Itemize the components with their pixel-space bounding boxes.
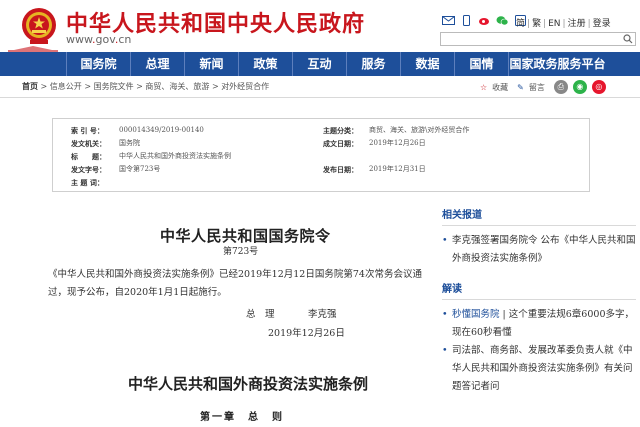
breadcrumb-item[interactable]: 商贸、海关、旅游 — [145, 82, 209, 91]
index-label: 索 引 号： — [71, 126, 104, 135]
nav-item-state-council[interactable]: 国务院 — [66, 52, 130, 76]
issuer-label: 发文机关： — [71, 139, 106, 148]
signature-date: 2019年12月26日 — [268, 328, 345, 339]
topic-value: 商贸、海关、旅游\对外经贸合作 — [369, 126, 470, 134]
written-date-label: 成文日期： — [323, 139, 358, 148]
interpretation-link[interactable]: 秒懂国务院 | 这个重要法规6章6000多字，现在60秒看懂 — [442, 306, 636, 342]
related-reports-heading: 相关报道 — [442, 210, 482, 221]
document-info-table: 索 引 号： 000014349/2019-00140 主题分类： 商贸、海关、… — [52, 118, 590, 192]
divider — [442, 299, 636, 300]
signature-name: 李克强 — [308, 309, 337, 320]
favorite-icon[interactable]: ☆ — [480, 83, 487, 92]
site-url-domain: gov — [95, 33, 115, 46]
divider — [442, 225, 636, 226]
nav-item-services[interactable]: 服务 — [346, 52, 400, 76]
body-paragraph-line: 过，现予公布，自2020年1月1日起施行。 — [48, 287, 227, 298]
site-header: 中华人民共和国中央人民政府 www.gov.cn 简 | 繁 | EN | 注册 | 登录 — [0, 0, 640, 52]
nav-item-service-platform[interactable]: 国家政务服务平台 — [508, 52, 606, 76]
top-link-login[interactable]: 登录 — [593, 19, 611, 29]
top-link-traditional[interactable]: 繁 — [532, 19, 541, 29]
order-title: 中华人民共和国国务院令 — [160, 227, 331, 245]
comment-icon[interactable]: ✎ — [517, 83, 524, 92]
index-value: 000014349/2019-00140 — [119, 126, 204, 134]
order-number: 第723号 — [223, 247, 259, 257]
mobile-icon[interactable] — [460, 15, 473, 26]
search-icon[interactable] — [623, 34, 633, 44]
related-report-link[interactable]: 李克强签署国务院令 公布《中华人民共和国外商投资法实施条例》 — [442, 232, 636, 268]
wechat-icon[interactable] — [496, 15, 509, 26]
publish-date-value: 2019年12月31日 — [369, 165, 426, 173]
main-nav: 国务院 总理 新闻 政策 互动 服务 数据 国情 国家政务服务平台 — [0, 52, 640, 76]
nav-item-interaction[interactable]: 互动 — [292, 52, 346, 76]
breadcrumb-item[interactable]: 对外经贸合作 — [221, 82, 269, 91]
nav-item-policy[interactable]: 政策 — [238, 52, 292, 76]
mail-icon[interactable] — [442, 15, 455, 26]
topic-label: 主题分类： — [323, 126, 358, 135]
print-icon[interactable]: ⎙ — [553, 80, 568, 94]
title-value: 中华人民共和国外商投资法实施条例 — [119, 152, 231, 160]
written-date-value: 2019年12月26日 — [369, 139, 426, 147]
interpretation-source[interactable]: 秒懂国务院 — [452, 309, 500, 320]
top-share-icons — [442, 15, 527, 26]
article-actions: ☆ 收藏 ✎ 留言 ⎙ ◉ ◎ — [480, 80, 606, 94]
wechat-share-icon[interactable]: ◉ — [572, 80, 587, 94]
breadcrumb-item[interactable]: 国务院文件 — [94, 82, 134, 91]
doc-number-label: 发文字号： — [71, 165, 106, 174]
favorite-button[interactable]: 收藏 — [492, 82, 508, 93]
site-url-prefix: www — [66, 33, 92, 46]
title-label: 标 题： — [71, 152, 106, 161]
signature-title: 总 理 — [246, 309, 275, 320]
breadcrumb-item[interactable]: 信息公开 — [50, 82, 82, 91]
comment-button[interactable]: 留言 — [529, 82, 545, 93]
site-url[interactable]: www.gov.cn — [66, 33, 131, 46]
national-emblem-icon[interactable] — [20, 6, 58, 46]
nav-item-news[interactable]: 新闻 — [184, 52, 238, 76]
nav-item-premier[interactable]: 总理 — [130, 52, 184, 76]
nav-item-data[interactable]: 数据 — [400, 52, 454, 76]
publish-date-label: 发布日期： — [323, 165, 358, 174]
sidebar: 相关报道 李克强签署国务院令 公布《中华人民共和国外商投资法实施条例》 解读 秒… — [442, 206, 640, 396]
weibo-share-icon[interactable]: ◎ — [591, 80, 606, 94]
issuer-value: 国务院 — [119, 139, 140, 147]
regulation-title: 中华人民共和国外商投资法实施条例 — [128, 375, 369, 393]
interpretation-link[interactable]: 司法部、商务部、发展改革委负责人就《中华人民共和国外商投资法实施条例》有关问题答… — [442, 342, 636, 396]
nav-spacer — [0, 52, 66, 76]
breadcrumb-bar: 首页 > 信息公开 > 国务院文件 > 商贸、海关、旅游 > 对外经贸合作 ☆ … — [0, 76, 640, 98]
nav-item-national-info[interactable]: 国情 — [454, 52, 508, 76]
top-links: 简 | 繁 | EN | 注册 | 登录 — [516, 19, 611, 29]
doc-number-value: 国令第723号 — [119, 165, 161, 173]
keywords-label: 主 题 词： — [71, 178, 104, 187]
site-url-suffix: cn — [118, 33, 132, 46]
top-link-simplified[interactable]: 简 — [516, 19, 525, 29]
search-input[interactable] — [440, 32, 636, 46]
breadcrumb: 首页 > 信息公开 > 国务院文件 > 商贸、海关、旅游 > 对外经贸合作 — [22, 81, 270, 91]
chapter-heading: 第一章 总 则 — [200, 412, 284, 423]
top-link-register[interactable]: 注册 — [568, 19, 586, 29]
breadcrumb-home[interactable]: 首页 — [22, 81, 38, 91]
top-link-english[interactable]: EN — [548, 19, 560, 29]
body-paragraph-line: 《中华人民共和国外商投资法实施条例》已经2019年12月12日国务院第74次常务… — [48, 269, 422, 280]
interpretation-heading: 解读 — [442, 284, 462, 295]
weibo-icon[interactable] — [478, 15, 491, 26]
